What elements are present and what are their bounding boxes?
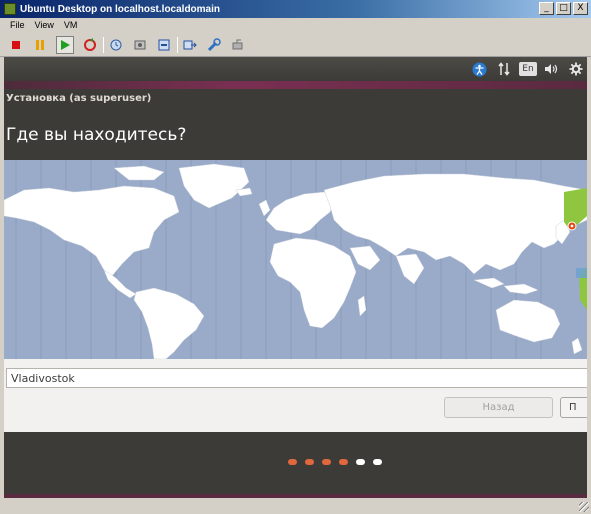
installer-title: Установка (as superuser): [6, 93, 152, 104]
progress-dot: [288, 459, 297, 465]
network-icon[interactable]: [497, 61, 511, 77]
progress-dot: [339, 459, 348, 465]
panel-accent-strip: [4, 81, 587, 89]
window-title: Ubuntu Desktop on localhost.localdomain: [20, 3, 221, 15]
stop-icon[interactable]: [7, 36, 25, 54]
reset-icon[interactable]: [81, 36, 99, 54]
send-keys-icon[interactable]: [181, 36, 199, 54]
minimize-button[interactable]: _: [539, 2, 554, 15]
pause-icon[interactable]: [31, 36, 49, 54]
menu-file[interactable]: File: [10, 20, 25, 30]
close-button[interactable]: X: [573, 2, 588, 15]
location-panel: Назад П: [4, 359, 587, 432]
progress-dot: [305, 459, 314, 465]
menu-view[interactable]: View: [35, 20, 54, 30]
menu-bar: File View VM: [0, 18, 591, 32]
volume-icon[interactable]: [543, 61, 561, 77]
snapshot-manager-icon[interactable]: [131, 36, 149, 54]
progress-dot: [356, 459, 365, 465]
vm-status-bar: [0, 498, 591, 514]
window-controls: _ □ X: [539, 2, 588, 15]
maximize-button[interactable]: □: [556, 2, 571, 15]
menu-vm[interactable]: VM: [64, 20, 78, 30]
devices-icon[interactable]: [229, 36, 247, 54]
toolbar-separator: [177, 37, 178, 53]
revert-icon[interactable]: [155, 36, 173, 54]
next-button[interactable]: П: [560, 397, 587, 418]
location-field[interactable]: [6, 368, 587, 388]
back-button[interactable]: Назад: [444, 397, 553, 418]
keyboard-layout-icon[interactable]: En: [519, 62, 537, 76]
play-icon[interactable]: [56, 36, 74, 54]
resize-grip-icon[interactable]: [579, 502, 589, 512]
toolbar-separator: [103, 37, 104, 53]
accessibility-icon[interactable]: [471, 61, 487, 77]
installer-footer: [4, 432, 587, 494]
ubuntu-top-panel: En: [4, 57, 587, 81]
settings-gear-icon[interactable]: [568, 61, 584, 77]
window-titlebar[interactable]: Ubuntu Desktop on localhost.localdomain …: [0, 0, 591, 18]
page-title: Где вы находитесь?: [6, 125, 187, 145]
progress-dot: [373, 459, 382, 465]
settings-icon[interactable]: [205, 36, 223, 54]
timezone-map[interactable]: [4, 160, 587, 359]
vmware-app-icon: [4, 3, 16, 15]
guest-screen[interactable]: En Установка (as superuser) Где вы наход…: [4, 57, 587, 498]
progress-dot: [322, 459, 331, 465]
location-pin-icon: [567, 221, 577, 231]
snapshot-icon[interactable]: [107, 36, 125, 54]
progress-dots: [288, 459, 382, 465]
world-map-graphic: [4, 160, 587, 359]
vm-toolbar: [0, 32, 591, 57]
